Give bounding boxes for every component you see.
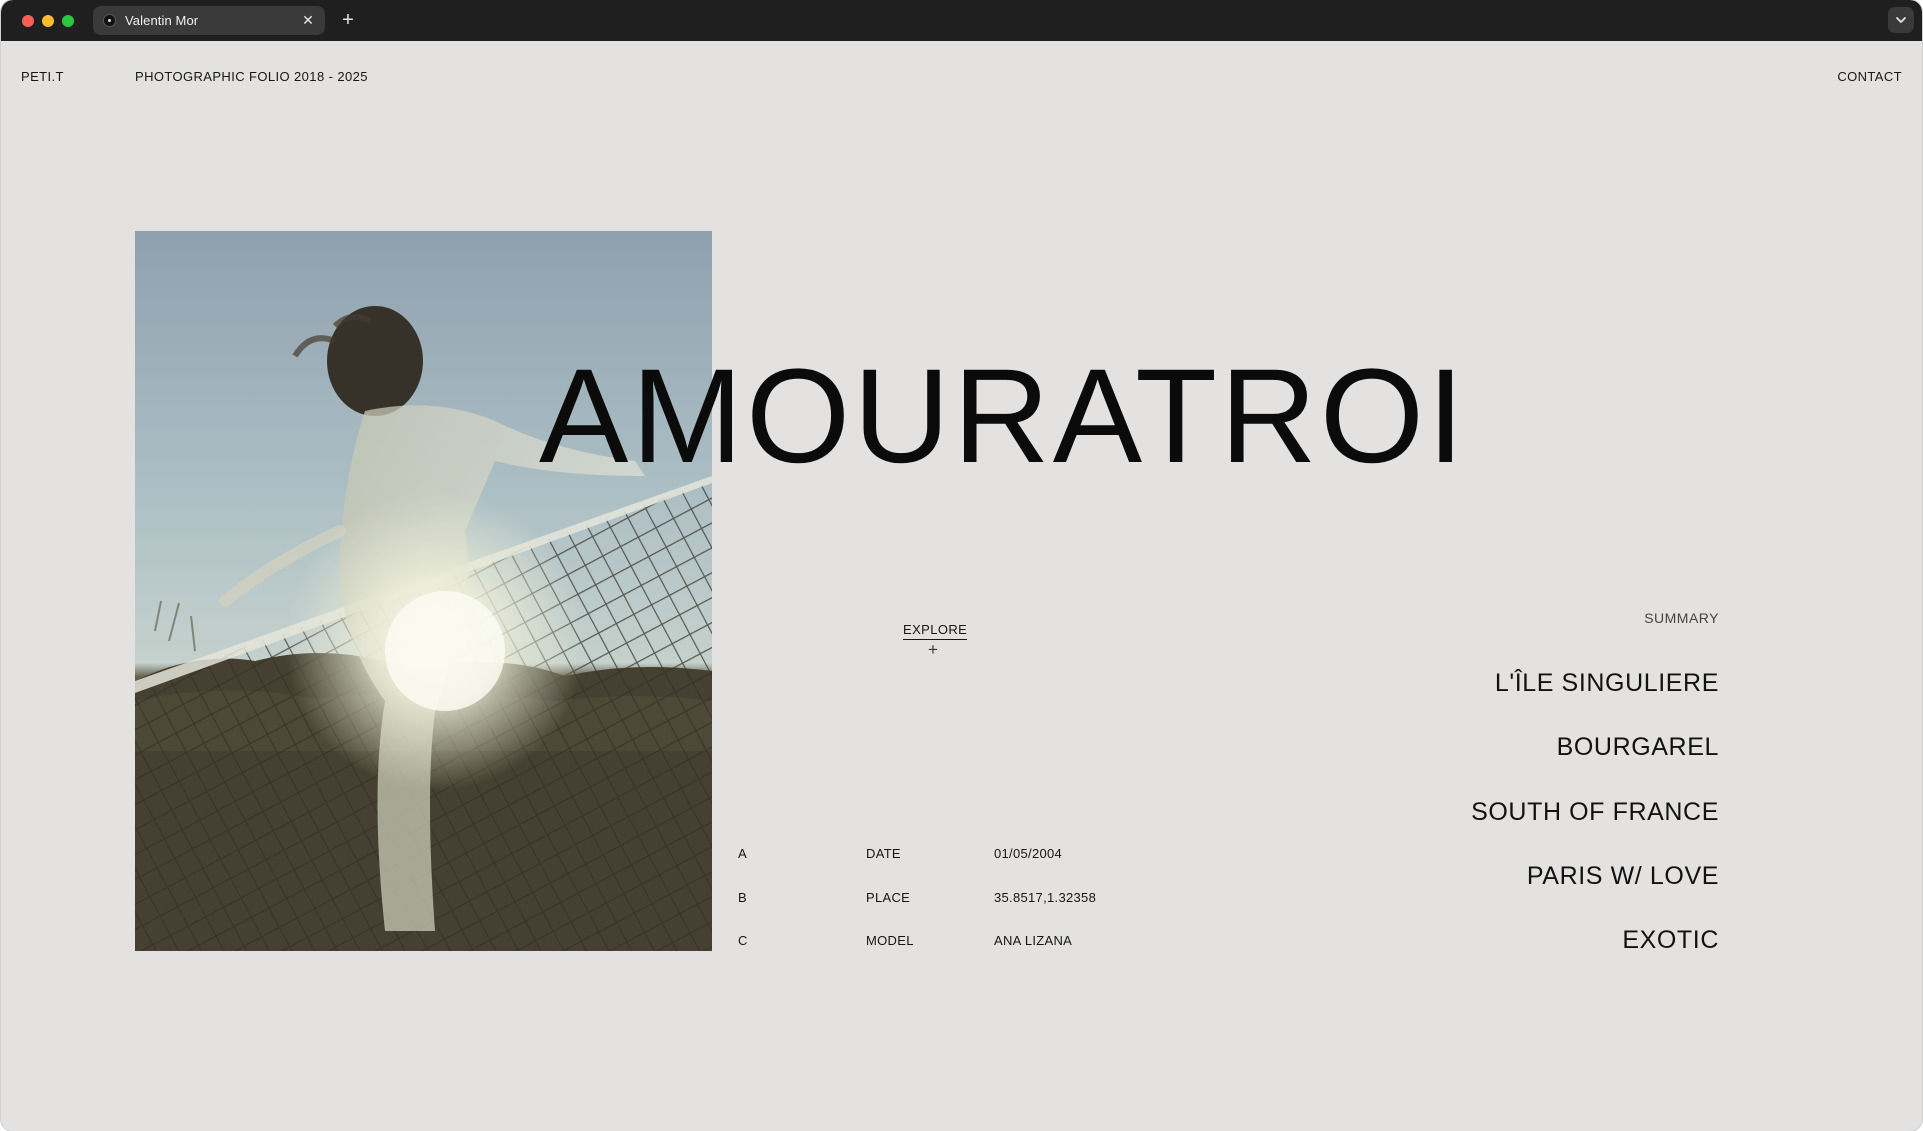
contact-link[interactable]: CONTACT — [1837, 69, 1902, 84]
tab-close-icon[interactable]: ✕ — [299, 11, 317, 29]
detail-label: DATE — [866, 846, 901, 861]
detail-label: PLACE — [866, 890, 911, 905]
summary-heading: SUMMARY — [1644, 610, 1719, 626]
browser-tab-bar: Valentin Mor ✕ + — [1, 0, 1922, 41]
brand-logo-link[interactable]: PETI.T — [21, 69, 64, 84]
summary-item[interactable]: L'ÎLE SINGULIERE — [1495, 669, 1719, 698]
tab-title: Valentin Mor — [125, 13, 199, 28]
detail-value: ANA LIZANA — [994, 933, 1073, 948]
detail-key: C — [738, 933, 748, 948]
summary-item[interactable]: BOURGAREL — [1557, 733, 1719, 762]
browser-window: Valentin Mor ✕ + PETI.T PHOTOGRAPHIC FOL… — [1, 0, 1922, 1131]
active-tab[interactable]: Valentin Mor ✕ — [93, 6, 325, 35]
detail-row-date: A DATE 01/05/2004 — [738, 846, 1138, 864]
tennis-net-photo-image — [135, 231, 712, 951]
summary-item[interactable]: PARIS W/ LOVE — [1527, 862, 1719, 891]
minimize-window-button[interactable] — [42, 15, 54, 27]
zoom-window-button[interactable] — [62, 15, 74, 27]
detail-key: A — [738, 846, 747, 861]
summary-item[interactable]: EXOTIC — [1622, 926, 1719, 955]
favicon-icon — [103, 14, 116, 27]
explore-link[interactable]: EXPLORE — [903, 622, 968, 640]
new-tab-button[interactable]: + — [337, 9, 359, 31]
detail-row-place: B PLACE 35.8517,1.32358 — [738, 890, 1138, 908]
chevron-down-icon — [1896, 17, 1906, 23]
close-window-button[interactable] — [22, 15, 34, 27]
plus-icon[interactable]: + — [926, 641, 940, 658]
project-title: AMOURATROI — [539, 342, 1468, 491]
detail-key: B — [738, 890, 747, 905]
detail-label: MODEL — [866, 933, 914, 948]
detail-row-model: C MODEL ANA LIZANA — [738, 933, 1138, 951]
folio-subtitle: PHOTOGRAPHIC FOLIO 2018 - 2025 — [135, 69, 368, 84]
detail-value: 35.8517,1.32358 — [994, 890, 1097, 905]
hero-photo — [135, 231, 712, 951]
summary-item[interactable]: SOUTH OF FRANCE — [1471, 798, 1719, 827]
detail-value: 01/05/2004 — [994, 846, 1063, 861]
tab-list-button[interactable] — [1888, 7, 1914, 33]
